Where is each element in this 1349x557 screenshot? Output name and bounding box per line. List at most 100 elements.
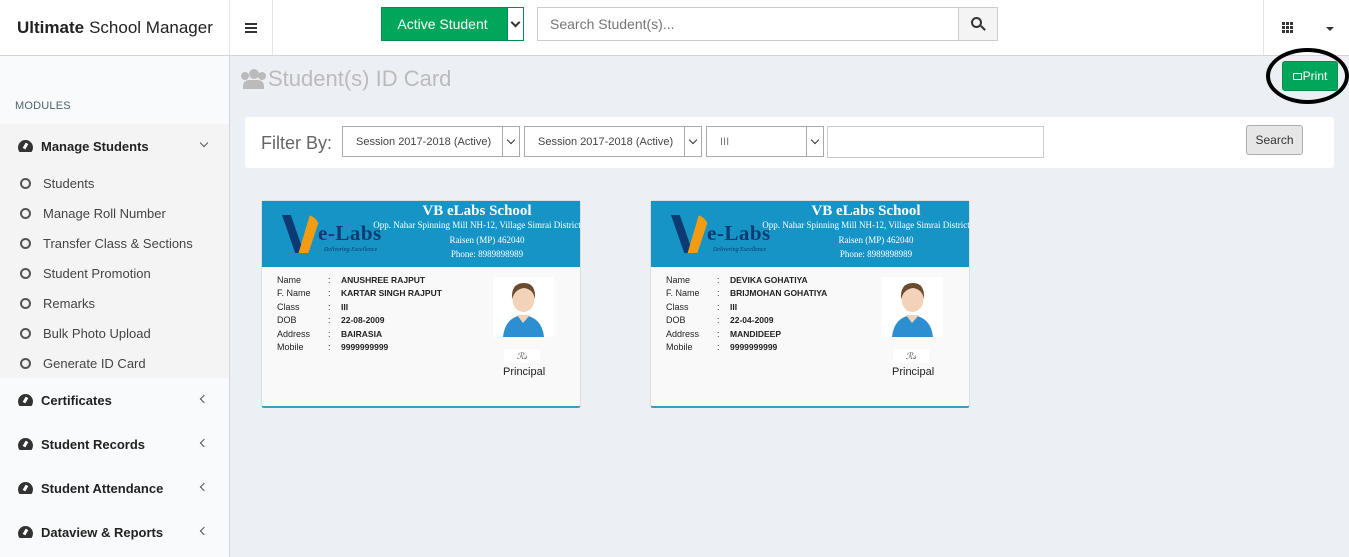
- sidebar-section-label: MODULES: [15, 100, 71, 112]
- student-name: ANUSHREE RAJPUT: [341, 275, 426, 285]
- sep: :: [717, 315, 720, 326]
- circle-icon: [20, 357, 31, 369]
- sidebar-item-student-attendance[interactable]: Student Attendance: [0, 466, 229, 510]
- brand-rest: School Manager: [89, 17, 213, 37]
- sidebar-item-label: Manage Students: [41, 138, 149, 154]
- sep: :: [717, 328, 720, 339]
- filter-panel: Filter By: Session 2017-2018 (Active) Se…: [245, 117, 1334, 168]
- sidebar-item-label: Student Records: [41, 436, 146, 452]
- label-address: Address: [666, 328, 700, 339]
- class-select[interactable]: III: [706, 126, 824, 157]
- search-icon: [971, 17, 982, 28]
- sidebar-item-label: Dataview & Reports: [41, 524, 164, 540]
- label-mobile: Mobile: [277, 341, 304, 352]
- label-address: Address: [277, 328, 311, 339]
- logo-tagline: Delivering Excellence: [324, 247, 378, 253]
- caret-down-icon: [1326, 27, 1334, 31]
- label-dob: DOB: [277, 315, 297, 326]
- session-to-select[interactable]: Session 2017-2018 (Active): [524, 126, 702, 157]
- sep: :: [328, 328, 331, 339]
- class-value: III: [720, 135, 730, 148]
- sidebar-toggle-button[interactable]: [230, 0, 273, 55]
- id-card: e-Labs Delivering Excellence VB eLabs Sc…: [650, 200, 970, 408]
- father-name: BRIJMOHAN GOHATIYA: [730, 288, 828, 299]
- submenu-item-manage-roll-number[interactable]: Manage Roll Number: [20, 198, 166, 228]
- circle-icon: [20, 267, 31, 279]
- dashboard-icon: [18, 526, 33, 538]
- user-dropdown-button[interactable]: [1311, 0, 1349, 55]
- search-button[interactable]: [958, 7, 998, 41]
- submenu-label: Manage Roll Number: [43, 205, 166, 221]
- student-mobile: 9999999999: [730, 341, 778, 352]
- submenu-label: Student Promotion: [43, 265, 151, 281]
- student-name: DEVIKA GOHATIYA: [730, 275, 808, 285]
- filter-text-input[interactable]: [827, 126, 1044, 158]
- label-fname: F. Name: [277, 288, 311, 299]
- grid-icon: [1282, 22, 1293, 33]
- logo-tagline: Delivering Excellence: [713, 247, 767, 253]
- student-dob: 22-08-2009: [341, 315, 385, 326]
- sep: :: [328, 275, 331, 285]
- page-title-text: Student(s) ID Card: [268, 66, 452, 91]
- hamburger-icon: [245, 22, 257, 33]
- chevron-left-icon: [199, 482, 209, 492]
- circle-icon: [20, 327, 31, 339]
- label-dob: DOB: [666, 315, 686, 326]
- student-status-select[interactable]: Active Student: [381, 7, 524, 41]
- sidebar-item-manage-students[interactable]: Manage Students: [0, 124, 229, 168]
- student-address: MANDIDEEP: [730, 328, 782, 339]
- circle-icon: [20, 297, 31, 309]
- sidebar-item-dataview-reports[interactable]: Dataview & Reports: [0, 510, 229, 554]
- chevron-down-icon: [684, 127, 701, 156]
- student-search-input[interactable]: [537, 7, 959, 41]
- session-from-select[interactable]: Session 2017-2018 (Active): [342, 126, 520, 157]
- principal-signature: ℛ𝓈: [504, 349, 540, 363]
- sidebar-item-student-records[interactable]: Student Records: [0, 422, 229, 466]
- sep: :: [717, 301, 720, 312]
- label-class: Class: [666, 301, 689, 312]
- school-phone: Phone: 8989898989: [450, 249, 524, 259]
- student-dob: 22-04-2009: [730, 315, 774, 326]
- sep: :: [717, 275, 720, 285]
- student-class: III: [341, 301, 349, 312]
- student-status-value: Active Student: [397, 16, 488, 32]
- sidebar-item-certificates[interactable]: Certificates: [0, 378, 229, 422]
- filter-search-button[interactable]: Search: [1246, 125, 1303, 155]
- brand-bold: Ultimate: [17, 17, 85, 37]
- dashboard-icon: [18, 438, 33, 450]
- school-address-1: Opp. Nahar Spinning Mill NH-12, Village …: [762, 220, 970, 230]
- submenu-item-remarks[interactable]: Remarks: [20, 288, 95, 318]
- chevron-down-icon: [507, 8, 523, 40]
- app-brand[interactable]: Ultimate School Manager: [0, 0, 230, 55]
- submenu-label: Transfer Class & Sections: [43, 235, 193, 251]
- label-fname: F. Name: [666, 288, 700, 299]
- dashboard-icon: [18, 482, 33, 494]
- session-from-value: Session 2017-2018 (Active): [356, 135, 492, 148]
- student-info: Name: DEVIKA GOHATIYA F. Name: BRIJMOHAN G…: [666, 274, 827, 354]
- card-header: e-Labs Delivering Excellence VB eLabs Sc…: [651, 201, 970, 267]
- submenu-item-students[interactable]: Students: [20, 168, 94, 198]
- student-class: III: [730, 301, 738, 312]
- school-name: VB eLabs School: [422, 203, 532, 219]
- submenu-item-transfer-class[interactable]: Transfer Class & Sections: [20, 228, 193, 258]
- student-mobile: 9999999999: [341, 341, 389, 352]
- sidebar-item-label: Student Attendance: [41, 480, 164, 496]
- principal-label: Principal: [503, 366, 546, 378]
- sep: :: [717, 341, 720, 352]
- chevron-left-icon: [199, 438, 209, 448]
- label-name: Name: [277, 275, 302, 285]
- sidebar: MODULES Manage Students Students Manage …: [0, 56, 230, 557]
- label-class: Class: [277, 301, 300, 312]
- principal-signature: ℛ𝓈: [893, 349, 929, 363]
- submenu-item-generate-id-card[interactable]: Generate ID Card: [20, 348, 146, 378]
- label-name: Name: [666, 275, 691, 285]
- submenu-item-student-promotion[interactable]: Student Promotion: [20, 258, 151, 288]
- submenu-item-bulk-photo-upload[interactable]: Bulk Photo Upload: [20, 318, 151, 348]
- apps-menu-button[interactable]: [1263, 0, 1311, 55]
- submenu-label: Bulk Photo Upload: [43, 325, 151, 341]
- card-header: e-Labs Delivering Excellence VB eLabs Sc…: [262, 201, 581, 267]
- submenu-label: Remarks: [43, 295, 96, 311]
- sep: :: [328, 288, 331, 299]
- submenu-label: Students: [43, 175, 95, 191]
- student-photo: [882, 277, 943, 337]
